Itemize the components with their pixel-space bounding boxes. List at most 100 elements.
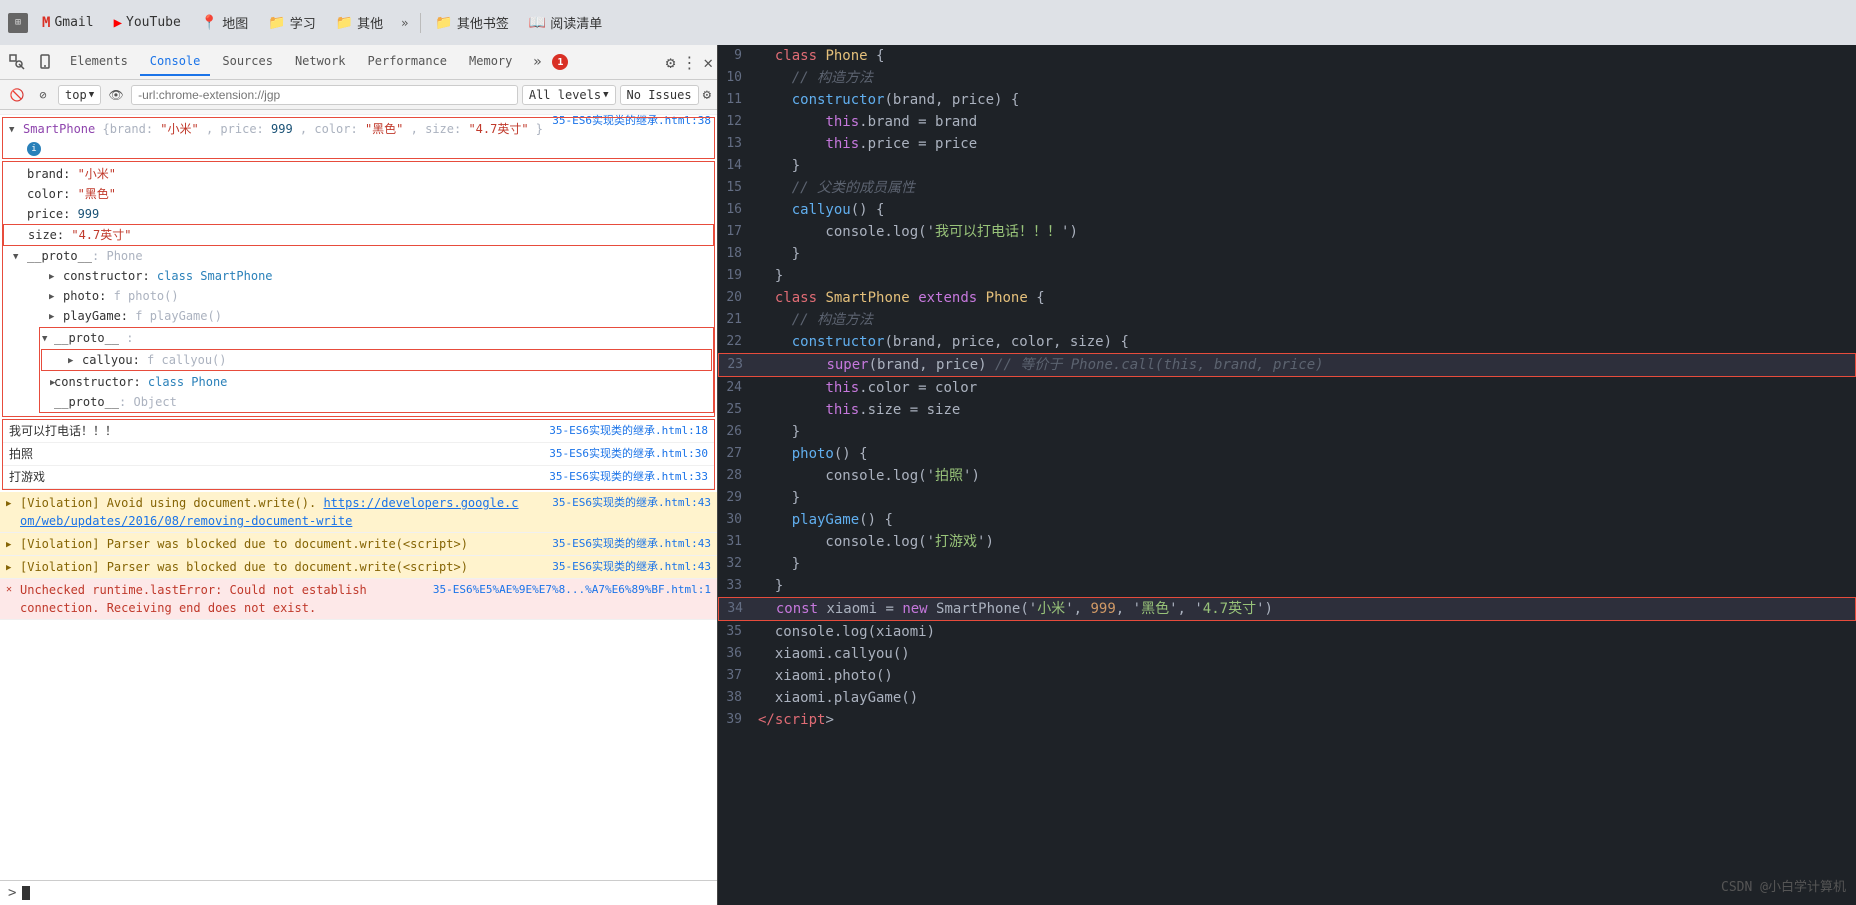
youtube-bookmark[interactable]: ▶ YouTube xyxy=(108,13,187,33)
violation-source-2[interactable]: 35-ES6实现类的继承.html:43 xyxy=(552,535,711,553)
output-text-game: 打游戏 xyxy=(9,468,45,486)
apps-icon[interactable]: ⊞ xyxy=(8,13,28,33)
code-line-25: 25 this.size = size xyxy=(718,399,1856,421)
violation-source-3[interactable]: 35-ES6实现类的继承.html:43 xyxy=(552,558,711,576)
other-bookmarks[interactable]: 📁 其他书签 xyxy=(429,11,514,34)
clear-console-icon[interactable]: 🚫 xyxy=(6,84,28,106)
tab-memory[interactable]: Memory xyxy=(459,48,522,76)
line-number: 26 xyxy=(718,421,758,443)
proto-phone[interactable]: __proto__: Phone xyxy=(3,246,714,266)
line-number: 11 xyxy=(718,89,758,111)
output-line-photo: 拍照 35-ES6实现类的继承.html:30 xyxy=(3,443,714,466)
code-line-27: 27 photo() { xyxy=(718,443,1856,465)
photo-row[interactable]: photo: f photo() xyxy=(39,286,714,306)
inspect-icon[interactable] xyxy=(4,49,30,75)
code-line-20: 20 class SmartPhone extends Phone { xyxy=(718,287,1856,309)
tab-performance[interactable]: Performance xyxy=(358,48,457,76)
line-content: this.size = size xyxy=(758,399,1844,421)
line-number: 18 xyxy=(718,243,758,265)
output-line-phone: 我可以打电话！！！ 35-ES6实现类的继承.html:18 xyxy=(3,420,714,443)
callyou-row[interactable]: callyou: f callyou() xyxy=(58,350,711,370)
line-number: 13 xyxy=(718,133,758,155)
console-input-line: > xyxy=(0,880,717,905)
more-tabs-icon[interactable]: » xyxy=(524,49,550,75)
info-icon: i xyxy=(27,142,41,156)
log-levels-selector[interactable]: All levels ▼ xyxy=(522,85,616,105)
source-link-30[interactable]: 35-ES6实现类的继承.html:30 xyxy=(549,445,708,463)
source-link-18[interactable]: 35-ES6实现类的继承.html:18 xyxy=(549,422,708,440)
code-line-24: 24 this.color = color xyxy=(718,377,1856,399)
devtools-more-icon[interactable]: ⋮ xyxy=(681,53,697,72)
violation-line-3: [Violation] Parser was blocked due to do… xyxy=(0,556,717,579)
callyou-group: callyou: f callyou() xyxy=(41,349,712,371)
line-number: 34 xyxy=(719,598,759,620)
line-content: class Phone { xyxy=(758,45,1844,67)
devtools-settings-icon[interactable]: ⚙ xyxy=(666,53,676,72)
line-number: 15 xyxy=(718,177,758,199)
line-number: 37 xyxy=(718,665,758,687)
other-label: 其他 xyxy=(357,13,383,32)
playgame-row[interactable]: playGame: f playGame() xyxy=(39,306,714,326)
code-line-18: 18 } xyxy=(718,243,1856,265)
issues-filter[interactable]: No Issues xyxy=(620,85,699,105)
prop-size: size: "4.7英寸" xyxy=(3,224,714,246)
line-number: 27 xyxy=(718,443,758,465)
maps-bookmark[interactable]: 📍 地图 xyxy=(195,11,254,34)
code-line-32: 32 } xyxy=(718,553,1856,575)
tab-elements[interactable]: Elements xyxy=(60,48,138,76)
error-count-badge: 1 xyxy=(552,54,568,70)
tab-sources[interactable]: Sources xyxy=(212,48,283,76)
violation-text-2: [Violation] Parser was blocked due to do… xyxy=(20,537,468,551)
proto-inner[interactable]: ▼ __proto__ : xyxy=(40,328,713,348)
line-number: 35 xyxy=(718,621,758,643)
tab-console[interactable]: Console xyxy=(140,48,211,76)
console-filter-input[interactable] xyxy=(131,85,518,105)
constructor-row[interactable]: constructor: class SmartPhone xyxy=(39,266,714,286)
code-line-15: 15 // 父类的成员属性 xyxy=(718,177,1856,199)
smartphone-object-entry[interactable]: SmartPhone {brand: "小米" , price: 999 , c… xyxy=(2,117,715,159)
code-line-26: 26 } xyxy=(718,421,1856,443)
line-number: 29 xyxy=(718,487,758,509)
line-content: constructor(brand, price, color, size) { xyxy=(758,331,1844,353)
console-output: 35-ES6实现类的继承.html:38 SmartPhone {brand: … xyxy=(0,110,717,880)
reading-list[interactable]: 📖 阅读清单 xyxy=(523,11,608,34)
line-content: console.log('打游戏') xyxy=(758,531,1844,553)
line-number: 23 xyxy=(719,354,759,376)
device-icon[interactable] xyxy=(32,49,58,75)
inner-constructor-row[interactable]: constructor: class Phone xyxy=(40,372,713,392)
eye-icon[interactable]: 👁 xyxy=(105,84,127,106)
learning-bookmark[interactable]: 📁 学习 xyxy=(262,11,321,34)
source-link-33[interactable]: 35-ES6实现类的继承.html:33 xyxy=(549,468,708,486)
gmail-bookmark[interactable]: M Gmail xyxy=(36,13,100,33)
violation-source-1[interactable]: 35-ES6实现类的继承.html:43 xyxy=(552,494,711,530)
prop-price: price: 999 xyxy=(3,204,714,224)
line-content: photo() { xyxy=(758,443,1844,465)
tab-network[interactable]: Network xyxy=(285,48,356,76)
other-bookmark[interactable]: 📁 其他 xyxy=(330,11,389,34)
violation-text-3: [Violation] Parser was blocked due to do… xyxy=(20,560,468,574)
gmail-label: Gmail xyxy=(54,15,93,30)
code-line-21: 21 // 构造方法 xyxy=(718,309,1856,331)
line-number: 30 xyxy=(718,509,758,531)
line-number: 14 xyxy=(718,155,758,177)
devtools-close-icon[interactable]: ✕ xyxy=(703,53,713,72)
console-filter-bar: 🚫 ⊘ top ▼ 👁 All levels ▼ No Issues ⚙ xyxy=(0,80,717,110)
separator xyxy=(420,13,421,33)
more-bookmarks-btn[interactable]: » xyxy=(397,14,412,32)
error-source-1[interactable]: 35-ES6%E5%AE%9E%E7%8...%A7%E6%89%BF.html… xyxy=(433,581,711,617)
line-number: 9 xyxy=(718,45,758,67)
output-text-phone: 我可以打电话！！！ xyxy=(9,422,117,440)
youtube-label: YouTube xyxy=(126,15,181,30)
context-selector[interactable]: top ▼ xyxy=(58,85,101,105)
line-number: 16 xyxy=(718,199,758,221)
levels-arrow-icon: ▼ xyxy=(603,90,608,100)
line-content: console.log('拍照') xyxy=(758,465,1844,487)
line-number: 32 xyxy=(718,553,758,575)
error-line-1: Unchecked runtime.lastError: Could not e… xyxy=(0,579,717,620)
console-settings-icon[interactable]: ⚙ xyxy=(703,87,711,103)
filter-toggle-icon[interactable]: ⊘ xyxy=(32,84,54,106)
line-content: console.log('我可以打电话！！！') xyxy=(758,221,1844,243)
code-line-10: 10 // 构造方法 xyxy=(718,67,1856,89)
line-number: 33 xyxy=(718,575,758,597)
line-content: } xyxy=(758,155,1844,177)
